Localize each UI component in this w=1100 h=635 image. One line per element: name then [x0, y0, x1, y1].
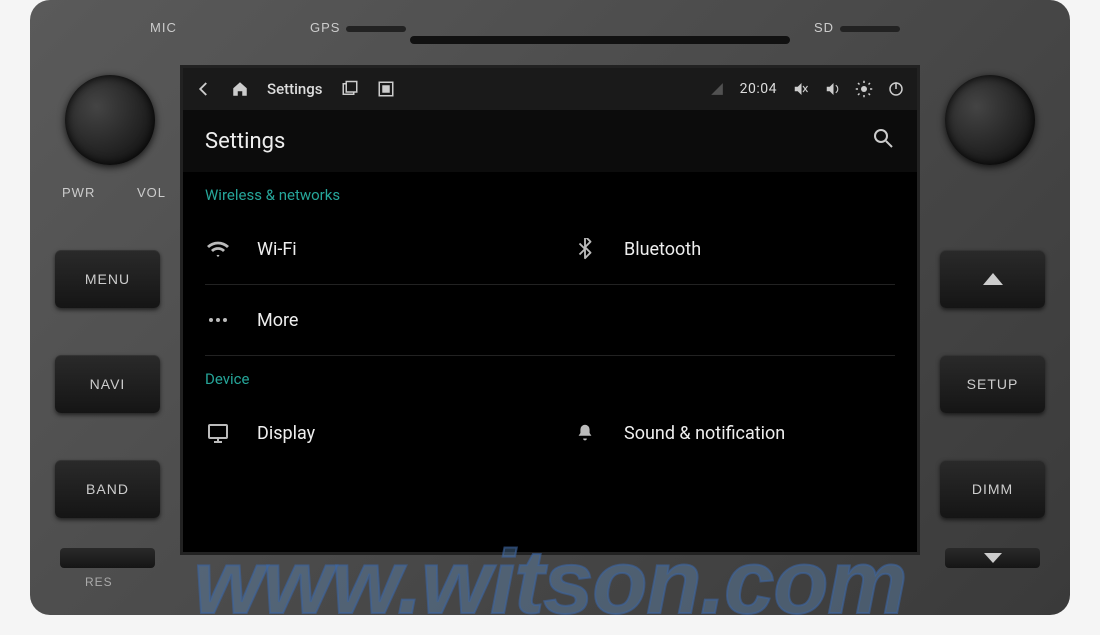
android-screen: Settings 20:04 [180, 65, 920, 555]
disc-slot [410, 36, 790, 44]
page-title: Settings [205, 129, 871, 154]
volume-label: VOL [137, 185, 166, 200]
settings-row: Display Sound & notification [183, 398, 917, 468]
power-label: PWR [62, 185, 95, 200]
section-wireless: Wireless & networks [183, 172, 917, 214]
home-icon[interactable] [231, 80, 249, 98]
bluetooth-label: Bluetooth [624, 239, 701, 260]
display-label: Display [257, 423, 315, 444]
navi-button[interactable]: NAVI [55, 355, 160, 413]
display-item[interactable]: Display [183, 398, 550, 468]
head-unit-device: MIC GPS SD PWR VOL MENU NAVI BAND SETUP … [30, 0, 1070, 615]
power-icon[interactable] [887, 80, 905, 98]
eject-button[interactable] [945, 548, 1040, 568]
band-button[interactable]: BAND [55, 460, 160, 518]
search-icon[interactable] [871, 126, 895, 156]
volume-knob[interactable] [65, 75, 155, 165]
signal-icon [708, 80, 726, 98]
back-icon[interactable] [195, 80, 213, 98]
more-icon [205, 307, 231, 333]
more-label: More [257, 310, 298, 331]
statusbar-title: Settings [267, 80, 323, 98]
tune-knob[interactable] [945, 75, 1035, 165]
triangle-down-icon [984, 553, 1002, 563]
window-icon[interactable] [341, 80, 359, 98]
brightness-icon[interactable] [855, 80, 873, 98]
sound-item[interactable]: Sound & notification [550, 398, 917, 468]
gps-label: GPS [310, 20, 406, 35]
volume-down-icon[interactable] [791, 80, 809, 98]
screenshot-icon[interactable] [377, 80, 395, 98]
more-item[interactable]: More [183, 285, 550, 355]
section-device: Device [183, 356, 917, 398]
sound-label: Sound & notification [624, 423, 785, 444]
settings-row: Wi-Fi Bluetooth [183, 214, 917, 284]
display-icon [205, 420, 231, 446]
bluetooth-item[interactable]: Bluetooth [550, 214, 917, 284]
wifi-label: Wi-Fi [257, 239, 297, 260]
menu-button[interactable]: MENU [55, 250, 160, 308]
settings-header: Settings [183, 110, 917, 172]
dimm-button[interactable]: DIMM [940, 460, 1045, 518]
up-button[interactable] [940, 250, 1045, 308]
reset-button[interactable] [60, 548, 155, 568]
setup-button[interactable]: SETUP [940, 355, 1045, 413]
settings-content[interactable]: Wireless & networks Wi-Fi Bluetooth [183, 172, 917, 552]
sd-label: SD [814, 20, 900, 35]
settings-row: More [183, 285, 917, 355]
mic-label: MIC [150, 20, 177, 35]
clock: 20:04 [740, 81, 777, 97]
reset-label: RES [85, 575, 113, 589]
status-bar[interactable]: Settings 20:04 [183, 68, 917, 110]
wifi-icon [205, 236, 231, 262]
triangle-up-icon [983, 273, 1003, 285]
bell-icon [572, 420, 598, 446]
volume-up-icon[interactable] [823, 80, 841, 98]
bluetooth-icon [572, 236, 598, 262]
wifi-item[interactable]: Wi-Fi [183, 214, 550, 284]
